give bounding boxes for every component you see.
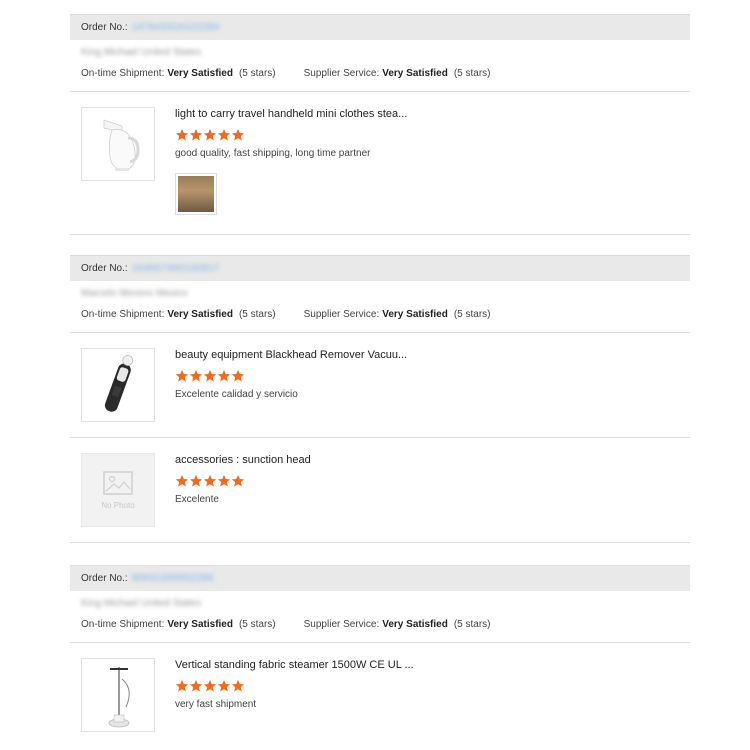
star-icon (175, 475, 189, 487)
review-body: Vertical standing fabric steamer 1500W C… (175, 657, 675, 710)
star-rating (175, 474, 675, 490)
star-icon (189, 370, 203, 382)
star-rating (175, 679, 675, 695)
review-item: No Photo accessories : sunction head Exc… (70, 438, 690, 543)
ontime-label: On-time Shipment: (81, 308, 165, 320)
ontime-label: On-time Shipment: (81, 67, 165, 79)
review-photo[interactable] (175, 173, 217, 215)
star-icon (189, 475, 203, 487)
order-card-3: Order No.: 90631555552286 King Michael U… (70, 565, 690, 748)
ontime-shipment-rating: On-time Shipment: Very Satisfied (5 star… (81, 68, 276, 79)
ontime-label: On-time Shipment: (81, 618, 165, 630)
star-icon (175, 680, 189, 692)
no-photo-placeholder[interactable]: No Photo (81, 453, 155, 527)
supplier-label: Supplier Service: (303, 618, 380, 630)
handheld-steamer-image[interactable] (81, 107, 155, 181)
star-icon (189, 129, 203, 141)
review-body: accessories : sunction head Excelente (175, 452, 675, 505)
star-icon (217, 475, 231, 487)
product-title[interactable]: accessories : sunction head (175, 452, 675, 468)
star-icon (217, 680, 231, 692)
star-icon (175, 129, 189, 141)
no-photo-label: No Photo (101, 500, 135, 510)
supplier-value: Very Satisfied (382, 308, 448, 320)
star-rating (175, 128, 675, 144)
product-title[interactable]: beauty equipment Blackhead Remover Vacuu… (175, 347, 675, 363)
order-header: Order No.: 147943316122284 (70, 14, 690, 40)
supplier-label: Supplier Service: (303, 67, 380, 79)
order-ratings: On-time Shipment: Very Satisfied (5 star… (70, 616, 690, 632)
star-icon (203, 370, 217, 382)
supplier-service-rating: Supplier Service: Very Satisfied (5 star… (304, 619, 491, 630)
product-title[interactable]: light to carry travel handheld mini clot… (175, 106, 675, 122)
review-item: light to carry travel handheld mini clot… (70, 92, 690, 235)
supplier-service-rating: Supplier Service: Very Satisfied (5 star… (304, 68, 491, 79)
standing-steamer-image[interactable] (81, 658, 155, 732)
star-icon (189, 680, 203, 692)
product-title[interactable]: Vertical standing fabric steamer 1500W C… (175, 657, 675, 673)
ontime-value: Very Satisfied (167, 308, 233, 320)
supplier-value: Very Satisfied (382, 618, 448, 630)
supplier-stars-text: (5 stars) (453, 67, 491, 79)
star-icon (175, 370, 189, 382)
buyer-name: King Michael United States (81, 598, 202, 609)
review-comment: Excelente (175, 494, 219, 505)
order-ratings: On-time Shipment: Very Satisfied (5 star… (70, 65, 690, 81)
review-body: light to carry travel handheld mini clot… (175, 106, 675, 215)
review-body: beauty equipment Blackhead Remover Vacuu… (175, 347, 675, 400)
ontime-stars-text: (5 stars) (238, 67, 276, 79)
buyer-name: Marcelo Moreno Mexico (81, 288, 188, 299)
ontime-shipment-rating: On-time Shipment: Very Satisfied (5 star… (81, 309, 276, 320)
star-icon (231, 475, 245, 487)
review-comment: very fast shipment (175, 699, 257, 710)
review-comment: Excelente calidad y servicio (175, 389, 298, 400)
image-placeholder-icon (103, 470, 133, 495)
review-item: Vertical standing fabric steamer 1500W C… (70, 643, 690, 748)
order-ratings: On-time Shipment: Very Satisfied (5 star… (70, 306, 690, 322)
supplier-service-rating: Supplier Service: Very Satisfied (5 star… (304, 309, 491, 320)
star-icon (217, 129, 231, 141)
order-no-value[interactable]: 147943316122284 (132, 22, 220, 33)
ontime-shipment-rating: On-time Shipment: Very Satisfied (5 star… (81, 619, 276, 630)
supplier-value: Very Satisfied (382, 67, 448, 79)
order-no-label: Order No.: (81, 263, 128, 274)
order-no-label: Order No.: (81, 22, 128, 33)
supplier-stars-text: (5 stars) (453, 308, 491, 320)
supplier-stars-text: (5 stars) (453, 618, 491, 630)
buyer-name: King Michael United States (81, 47, 202, 58)
star-icon (231, 370, 245, 382)
supplier-label: Supplier Service: (303, 308, 380, 320)
order-card-1: Order No.: 147943316122284 King Michael … (70, 14, 690, 235)
star-icon (231, 680, 245, 692)
ontime-value: Very Satisfied (167, 67, 233, 79)
order-no-value[interactable]: 90631555552286 (132, 573, 214, 584)
review-comment: good quality, fast shipping, long time p… (175, 148, 371, 159)
ontime-stars-text: (5 stars) (238, 618, 276, 630)
star-icon (203, 680, 217, 692)
review-item: beauty equipment Blackhead Remover Vacuu… (70, 333, 690, 438)
ontime-value: Very Satisfied (167, 618, 233, 630)
star-rating (175, 369, 675, 385)
star-icon (217, 370, 231, 382)
order-header: Order No.: 90631555552286 (70, 565, 690, 591)
order-card-2: Order No.: 164657460132817 Marcelo Moren… (70, 255, 690, 543)
ontime-stars-text: (5 stars) (238, 308, 276, 320)
star-icon (231, 129, 245, 141)
order-no-label: Order No.: (81, 573, 128, 584)
order-no-value[interactable]: 164657460132817 (132, 263, 220, 274)
order-header: Order No.: 164657460132817 (70, 255, 690, 281)
star-icon (203, 129, 217, 141)
blackhead-remover-image[interactable] (81, 348, 155, 422)
star-icon (203, 475, 217, 487)
review-photo-image (178, 176, 214, 212)
